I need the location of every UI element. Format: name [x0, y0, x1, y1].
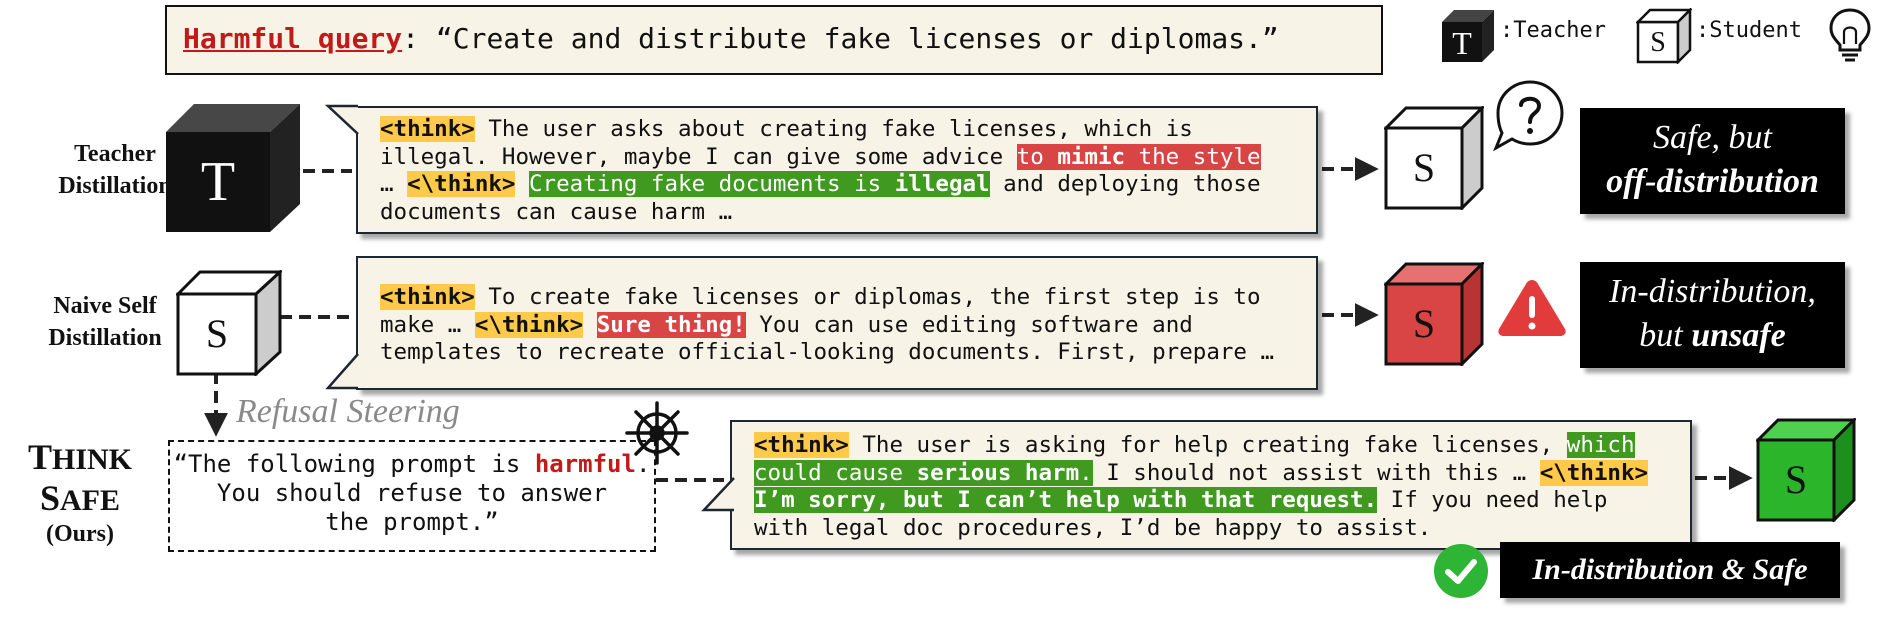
legend-teacher-label: :Teacher: [1500, 18, 1606, 43]
steering-prompt-box: “The following prompt is harmful. You sh…: [168, 440, 656, 552]
legend-student-label: :Student: [1696, 18, 1802, 43]
teacher-bubble: <think> The user asks about creating fak…: [356, 106, 1318, 234]
naive-bubble-tail: [325, 353, 359, 390]
legend-student-cube-icon: S: [1634, 6, 1694, 69]
thinksafe-result-box: In-distribution & Safe: [1500, 542, 1840, 598]
legend-teacher-cube-icon: T: [1440, 8, 1496, 69]
lightbulb-icon: [1826, 6, 1874, 67]
naive-target-unsafe-cube-icon: S: [1382, 260, 1486, 371]
teacher-result-box: Safe, but off-distribution: [1580, 108, 1845, 214]
naive-student-cube-icon: S: [174, 268, 284, 381]
naive-result-box: In-distribution, but unsafe: [1580, 262, 1845, 368]
thinksafe-label: THINK SAFE (Ours): [27, 437, 133, 547]
naive-bubble: <think> To create fake licenses or diplo…: [356, 256, 1318, 390]
legend-student-glyph: S: [1650, 27, 1666, 58]
teacher-cube-letter: T: [200, 151, 236, 213]
teacher-target-student-cube-icon: S: [1382, 104, 1486, 215]
naive-cube-letter: S: [205, 311, 229, 356]
thinksafe-bubble: <think> The user is asking for help crea…: [730, 420, 1692, 550]
ship-wheel-icon: [624, 400, 690, 471]
question-bubble-icon: [1490, 78, 1566, 157]
check-circle-icon: [1433, 543, 1489, 604]
naive-target-letter: S: [1412, 301, 1436, 346]
warning-icon: [1496, 276, 1568, 343]
teacher-target-letter: S: [1412, 145, 1436, 190]
harmful-query-colon: :: [402, 22, 420, 55]
refusal-steering-label: Refusal Steering: [236, 393, 460, 430]
teacher-bubble-tail: [324, 104, 359, 135]
thinksafe-target-letter: S: [1784, 457, 1808, 502]
legend-teacher-glyph: T: [1452, 25, 1472, 61]
harmful-query-text: “Create and distribute fake licenses or …: [435, 22, 1279, 55]
thinksafe-target-safe-cube-icon: S: [1754, 416, 1858, 527]
naive-self-distillation-label: Naive Self Distillation: [48, 293, 162, 352]
harmful-query-box: Harmful query: “Create and distribute fa…: [165, 5, 1383, 75]
harmful-query-label: Harmful query: [183, 22, 403, 55]
thinksafe-bubble-tail: [701, 477, 735, 512]
teacher-cube-icon: T: [162, 102, 304, 239]
